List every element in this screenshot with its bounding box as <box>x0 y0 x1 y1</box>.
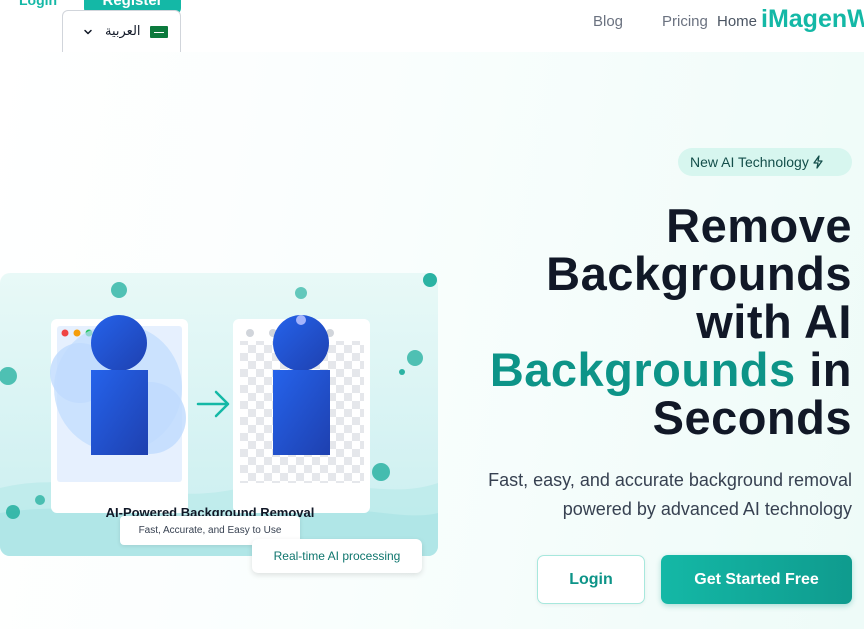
saudi-flag-icon <box>149 25 168 38</box>
top-navbar: Login Register العربية Blog Pricing Home… <box>0 0 864 52</box>
hero-login-button[interactable]: Login <box>537 555 645 604</box>
nav-blog-link[interactable]: Blog <box>593 13 623 30</box>
headline-line-4-tail: in <box>809 343 852 396</box>
hero-headline: Remove Backgrounds with AI Backgrounds i… <box>432 202 852 442</box>
nav-pricing-link[interactable]: Pricing <box>662 13 708 30</box>
hero-section: New AI Technology Remove Backgrounds wit… <box>0 52 864 629</box>
brand-logo[interactable]: iMagenW <box>761 5 864 34</box>
language-label: العربية <box>105 24 141 39</box>
badge-label: New AI Technology <box>690 154 809 170</box>
hero-illustration: AI-Powered Background Removal Fast, Accu… <box>0 273 438 573</box>
header-login-link[interactable]: Login <box>19 0 57 8</box>
headline-line-1: Remove <box>666 199 852 252</box>
headline-line-2: Backgrounds <box>546 247 852 300</box>
hero-subtext: Fast, easy, and accurate background remo… <box>488 470 852 519</box>
language-select[interactable]: العربية <box>62 10 181 52</box>
decorative-dot <box>423 273 437 287</box>
headline-accent: Backgrounds <box>489 343 796 396</box>
headline-line-5: Seconds <box>652 391 852 444</box>
chevron-down-icon <box>84 29 92 34</box>
realtime-processing-badge: Real-time AI processing <box>252 539 422 573</box>
nav-home-link[interactable]: Home <box>717 13 757 30</box>
get-started-button[interactable]: Get Started Free <box>661 555 852 604</box>
lightning-icon <box>813 155 823 169</box>
new-technology-badge: New AI Technology <box>678 148 852 176</box>
headline-line-3: with AI <box>696 295 852 348</box>
